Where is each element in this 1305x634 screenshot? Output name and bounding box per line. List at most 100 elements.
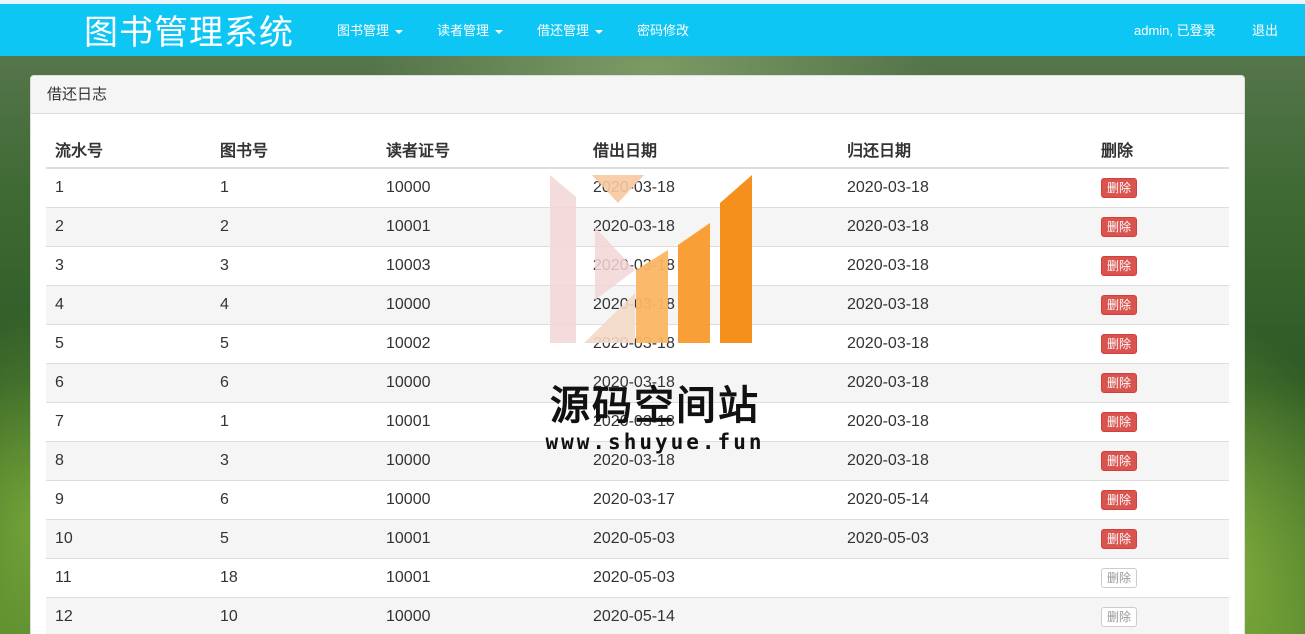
cell-action: 删除 xyxy=(1092,284,1229,324)
cell-book-id: 18 xyxy=(211,557,377,597)
cell-reader-id: 10000 xyxy=(377,167,584,207)
cell-action: 删除 xyxy=(1092,596,1229,634)
table-row: 6 6 10000 2020-03-18 2020-03-18 删除 xyxy=(46,362,1229,402)
delete-button[interactable]: 删除 xyxy=(1101,411,1138,432)
cell-serial: 5 xyxy=(46,323,211,363)
cell-book-id: 5 xyxy=(211,323,377,363)
cell-book-id: 6 xyxy=(211,362,377,402)
cell-reader-id: 10000 xyxy=(377,479,584,519)
panel-title: 借还日志 xyxy=(31,76,1244,114)
table-row: 11 18 10001 2020-05-03 删除 xyxy=(46,557,1229,597)
delete-button[interactable]: 删除 xyxy=(1101,294,1138,315)
cell-lend-date: 2020-03-18 xyxy=(584,401,838,441)
cell-return-date xyxy=(838,557,1092,597)
nav-reader-management[interactable]: 读者管理 xyxy=(437,23,504,39)
top-navbar: 图书管理系统 图书管理 读者管理 借还管理 密码修改 admin, 已登录 退出 xyxy=(0,0,1305,56)
cell-serial: 9 xyxy=(46,479,211,519)
logout-link[interactable]: 退出 xyxy=(1252,23,1278,39)
cell-book-id: 3 xyxy=(211,440,377,480)
cell-return-date: 2020-03-18 xyxy=(838,245,1092,285)
caret-down-icon xyxy=(395,29,404,34)
cell-lend-date: 2020-03-18 xyxy=(584,284,838,324)
nav-reader-management-label: 读者管理 xyxy=(437,23,490,38)
cell-serial: 10 xyxy=(46,518,211,558)
cell-return-date: 2020-03-18 xyxy=(838,440,1092,480)
cell-serial: 12 xyxy=(46,596,211,634)
cell-lend-date: 2020-03-18 xyxy=(584,323,838,363)
cell-lend-date: 2020-03-18 xyxy=(584,362,838,402)
cell-reader-id: 10000 xyxy=(377,596,584,634)
cell-book-id: 2 xyxy=(211,206,377,246)
nav-change-password[interactable]: 密码修改 xyxy=(637,23,689,39)
user-status-link[interactable]: admin, 已登录 xyxy=(1134,23,1216,39)
cell-action: 删除 xyxy=(1092,557,1229,597)
delete-button[interactable]: 删除 xyxy=(1101,216,1138,237)
table-row: 9 6 10000 2020-03-17 2020-05-14 删除 xyxy=(46,479,1229,519)
column-header: 归还日期 xyxy=(838,130,1092,169)
column-header: 读者证号 xyxy=(377,130,584,169)
table-row: 5 5 10002 2020-03-18 2020-03-18 删除 xyxy=(46,323,1229,363)
cell-lend-date: 2020-03-17 xyxy=(584,479,838,519)
table-row: 12 10 10000 2020-05-14 删除 xyxy=(46,596,1229,634)
cell-action: 删除 xyxy=(1092,245,1229,285)
delete-button[interactable]: 删除 xyxy=(1101,450,1138,471)
cell-action: 删除 xyxy=(1092,167,1229,207)
column-header: 图书号 xyxy=(211,130,377,169)
cell-reader-id: 10000 xyxy=(377,440,584,480)
column-header: 流水号 xyxy=(46,130,211,169)
nav-book-management-label: 图书管理 xyxy=(337,23,390,38)
cell-return-date: 2020-03-18 xyxy=(838,323,1092,363)
delete-button[interactable]: 删除 xyxy=(1101,528,1138,549)
borrow-log-panel: 借还日志 流水号 图书号 读者证号 借出日期 归还日期 删除 1 1 10000 20… xyxy=(30,75,1245,634)
brand-title[interactable]: 图书管理系统 xyxy=(84,13,294,53)
cell-reader-id: 10003 xyxy=(377,245,584,285)
cell-return-date: 2020-03-18 xyxy=(838,206,1092,246)
column-header: 删除 xyxy=(1092,130,1229,169)
cell-lend-date: 2020-03-18 xyxy=(584,440,838,480)
cell-lend-date: 2020-05-03 xyxy=(584,518,838,558)
cell-serial: 2 xyxy=(46,206,211,246)
cell-book-id: 4 xyxy=(211,284,377,324)
cell-serial: 4 xyxy=(46,284,211,324)
cell-reader-id: 10001 xyxy=(377,401,584,441)
cell-serial: 1 xyxy=(46,167,211,207)
delete-button[interactable]: 删除 xyxy=(1101,333,1138,354)
cell-return-date: 2020-03-18 xyxy=(838,284,1092,324)
cell-lend-date: 2020-03-18 xyxy=(584,206,838,246)
cell-reader-id: 10001 xyxy=(377,206,584,246)
nav-book-management[interactable]: 图书管理 xyxy=(337,23,404,39)
cell-book-id: 5 xyxy=(211,518,377,558)
caret-down-icon xyxy=(495,29,504,34)
borrow-log-table: 流水号 图书号 读者证号 借出日期 归还日期 删除 1 1 10000 2020-03… xyxy=(46,130,1229,634)
table-header-row: 流水号 图书号 读者证号 借出日期 归还日期 删除 xyxy=(46,130,1229,169)
delete-button[interactable]: 删除 xyxy=(1101,567,1138,588)
cell-action: 删除 xyxy=(1092,362,1229,402)
cell-return-date: 2020-03-18 xyxy=(838,401,1092,441)
nav-change-password-label: 密码修改 xyxy=(637,23,690,38)
table-row: 8 3 10000 2020-03-18 2020-03-18 删除 xyxy=(46,440,1229,480)
cell-lend-date: 2020-05-03 xyxy=(584,557,838,597)
cell-lend-date: 2020-05-14 xyxy=(584,596,838,634)
cell-lend-date: 2020-03-18 xyxy=(584,245,838,285)
cell-serial: 8 xyxy=(46,440,211,480)
cell-book-id: 1 xyxy=(211,167,377,207)
cell-serial: 7 xyxy=(46,401,211,441)
cell-book-id: 6 xyxy=(211,479,377,519)
cell-action: 删除 xyxy=(1092,206,1229,246)
delete-button[interactable]: 删除 xyxy=(1101,177,1138,198)
delete-button[interactable]: 删除 xyxy=(1101,372,1138,393)
delete-button[interactable]: 删除 xyxy=(1101,255,1138,276)
delete-button[interactable]: 删除 xyxy=(1101,606,1138,627)
cell-serial: 6 xyxy=(46,362,211,402)
cell-action: 删除 xyxy=(1092,440,1229,480)
cell-return-date: 2020-05-03 xyxy=(838,518,1092,558)
delete-button[interactable]: 删除 xyxy=(1101,489,1138,510)
table-row: 2 2 10001 2020-03-18 2020-03-18 删除 xyxy=(46,206,1229,246)
nav-borrow-return-management[interactable]: 借还管理 xyxy=(537,23,604,39)
cell-serial: 11 xyxy=(46,557,211,597)
cell-reader-id: 10000 xyxy=(377,362,584,402)
caret-down-icon xyxy=(595,29,604,34)
cell-return-date: 2020-03-18 xyxy=(838,362,1092,402)
table-row: 1 1 10000 2020-03-18 2020-03-18 删除 xyxy=(46,167,1229,207)
cell-reader-id: 10001 xyxy=(377,518,584,558)
